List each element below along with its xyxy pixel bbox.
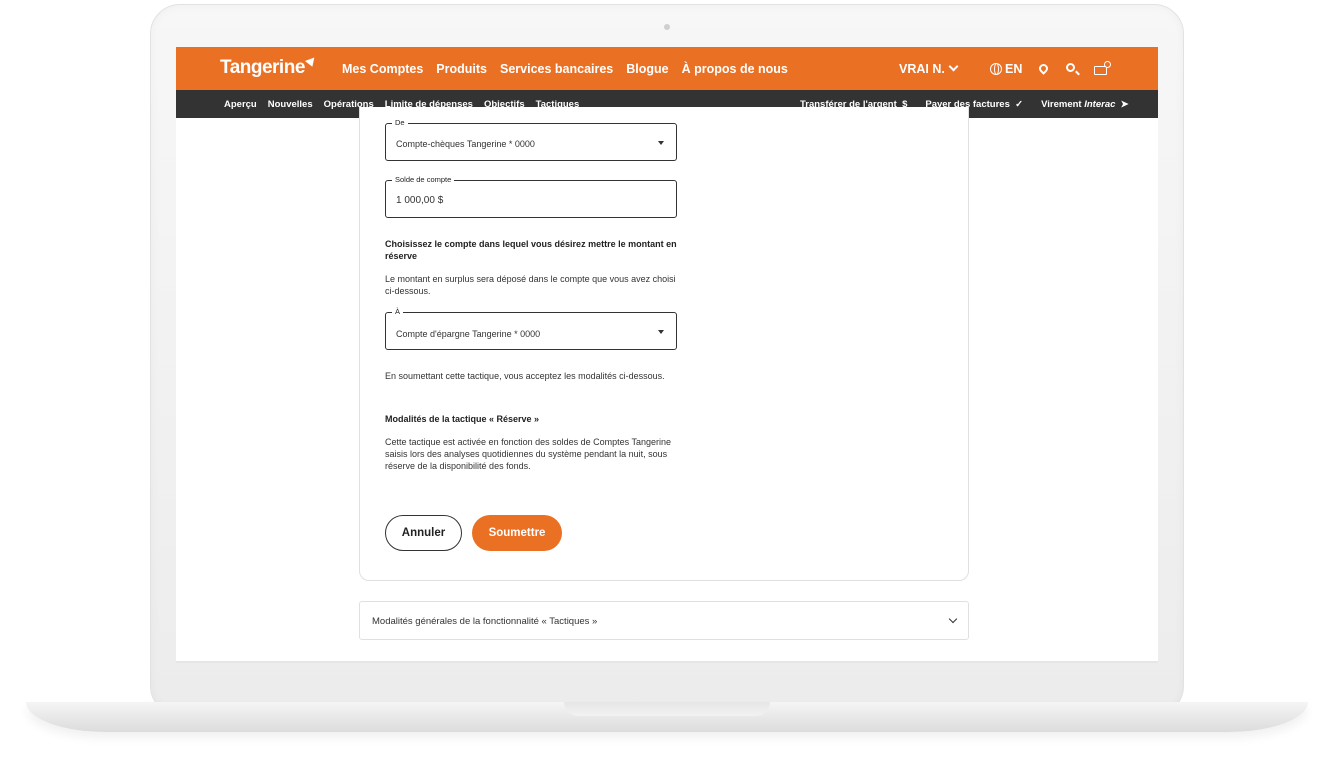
to-account-value: Compte d'épargne Tangerine * 0000 <box>396 329 541 339</box>
user-menu[interactable]: VRAI N. <box>899 61 959 76</box>
balance-value: 1 000,00 $ <box>396 195 444 206</box>
logo-text: Tangerine <box>220 57 305 78</box>
interac-brand: Interac <box>1084 99 1116 110</box>
search-icon[interactable] <box>1066 63 1075 72</box>
terms-text: Cette tactique est activée en fonction d… <box>385 437 672 471</box>
caret-down-icon <box>658 330 664 334</box>
globe-icon <box>990 63 1002 75</box>
language-toggle[interactable]: EN <box>990 62 1022 76</box>
location-pin-icon[interactable] <box>1037 62 1050 75</box>
submit-button[interactable]: Soumettre <box>472 515 562 551</box>
to-account-label: À <box>392 307 404 316</box>
top-navigation: Tangerine Mes Comptes Produits Services … <box>176 47 1158 90</box>
camera-dot <box>664 24 670 30</box>
accordion-label: Modalités générales de la fonctionnalité… <box>372 616 598 627</box>
logo-mark-icon <box>304 57 317 69</box>
browser-screen: Tangerine Mes Comptes Produits Services … <box>176 47 1158 663</box>
send-arrow-icon: ➤ <box>1120 99 1129 110</box>
menu-services-bancaires[interactable]: Services bancaires <box>500 62 613 76</box>
menu-mes-comptes[interactable]: Mes Comptes <box>342 62 423 76</box>
checkmark-icon: ✓ <box>1015 99 1024 110</box>
chevron-down-icon <box>948 61 959 72</box>
account-balance-field[interactable]: Solde de compte 1 000,00 $ <box>385 175 677 218</box>
from-account-select[interactable]: De Compte-chèques Tangerine * 0000 <box>385 118 677 161</box>
general-terms-accordion[interactable]: Modalités générales de la fonctionnalité… <box>359 601 969 640</box>
main-menu: Mes Comptes Produits Services bancaires … <box>342 62 788 76</box>
menu-blogue[interactable]: Blogue <box>626 62 668 76</box>
balance-label: Solde de compte <box>392 175 455 184</box>
menu-a-propos[interactable]: À propos de nous <box>682 62 788 76</box>
accept-terms-text: En soumettant cette tactique, vous accep… <box>385 371 665 381</box>
choose-account-description: Le montant en surplus sera déposé dans l… <box>385 274 676 296</box>
tangerine-logo[interactable]: Tangerine <box>220 57 317 79</box>
user-name: VRAI N. <box>899 62 945 76</box>
from-account-label: De <box>392 118 408 127</box>
tab-nouvelles[interactable]: Nouvelles <box>268 99 313 117</box>
interac-prefix: Virement <box>1041 99 1082 110</box>
caret-down-icon <box>658 141 664 145</box>
to-account-select[interactable]: À Compte d'épargne Tangerine * 0000 <box>385 307 677 350</box>
mail-icon[interactable] <box>1094 61 1111 75</box>
choose-account-heading: Choisissez le compte dans lequel vous dé… <box>385 239 677 261</box>
language-label: EN <box>1005 62 1023 76</box>
laptop-notch <box>564 702 770 716</box>
terms-heading: Modalités de la tactique « Réserve » <box>385 414 540 424</box>
interac-transfer-link[interactable]: Virement Interac ➤ <box>1041 99 1129 110</box>
from-account-value: Compte-chèques Tangerine * 0000 <box>396 139 535 149</box>
cancel-button[interactable]: Annuler <box>385 515 462 551</box>
chevron-down-icon <box>948 614 958 624</box>
menu-produits[interactable]: Produits <box>436 62 487 76</box>
tab-apercu[interactable]: Aperçu <box>224 99 257 117</box>
